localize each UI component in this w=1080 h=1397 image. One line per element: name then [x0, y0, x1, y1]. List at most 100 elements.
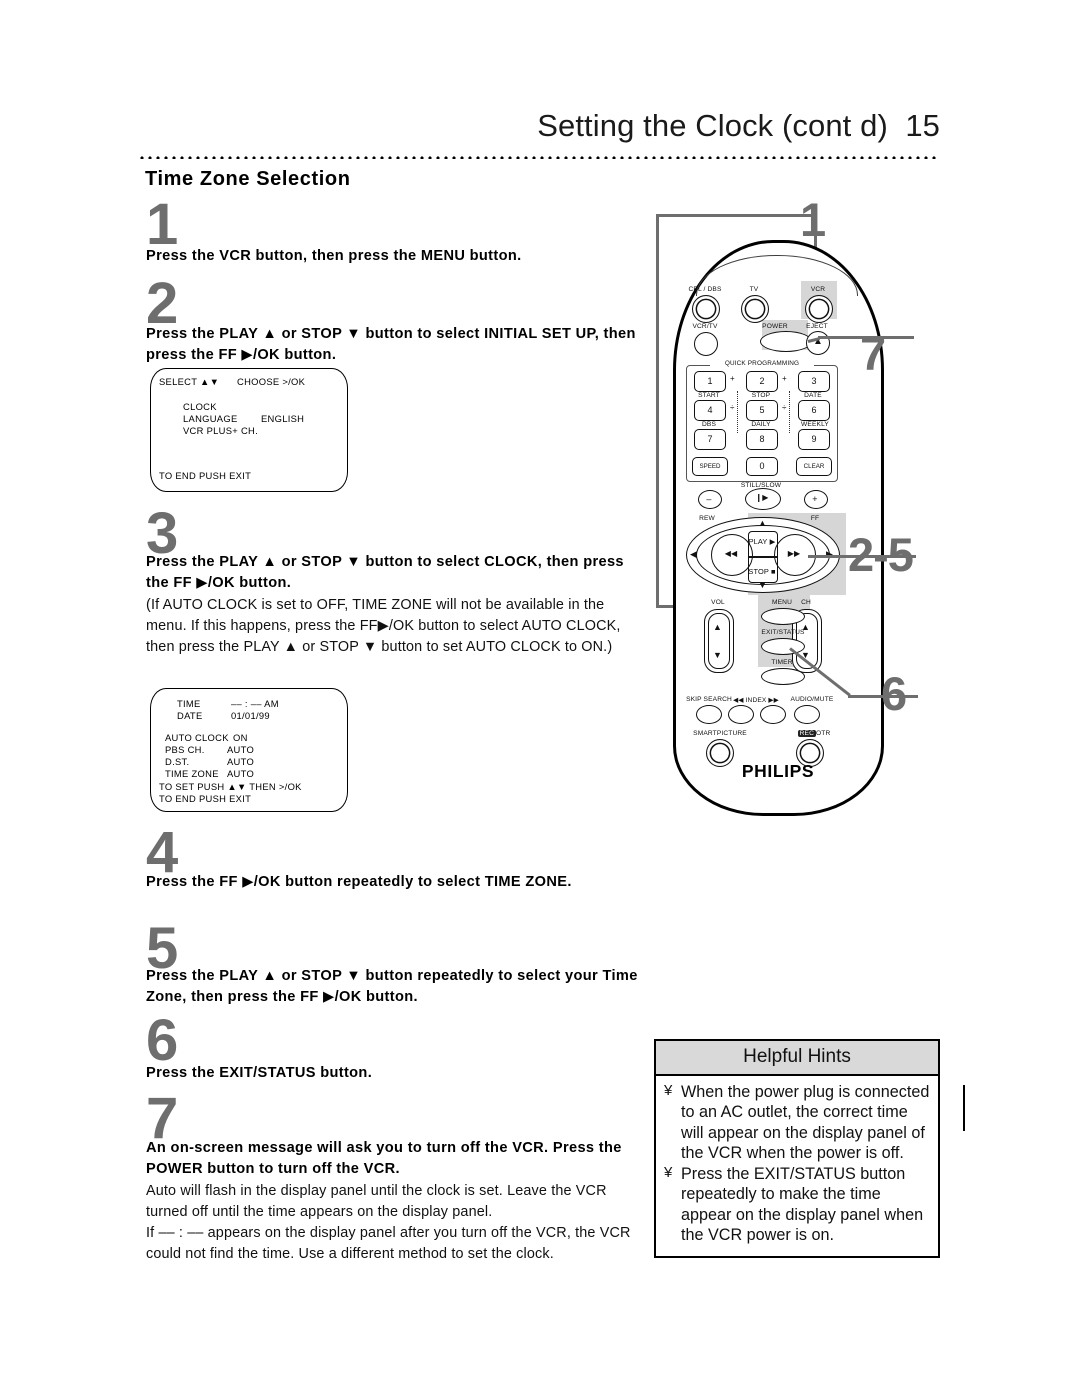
hint-bullet-0: ¥ [664, 1082, 673, 1099]
section-title: Time Zone Selection [145, 168, 351, 190]
transport-up-arrow-icon: ▲ [758, 518, 767, 528]
callout-6: 6 [881, 667, 907, 720]
keypad-3[interactable]: 3 [798, 371, 830, 392]
helpful-hints-box: Helpful Hints ¥ When the power plug is c… [654, 1039, 940, 1258]
step-6-instruction: Press the EXIT/STATUS button. [146, 1065, 373, 1081]
page-title: Setting the Clock (cont d) 15 [537, 108, 940, 144]
minus-sign-1: ÷ [730, 403, 735, 412]
timer-button[interactable] [761, 668, 805, 685]
hint-text-0: When the power plug is connected to an A… [681, 1083, 930, 1162]
hint-text-1: Press the EXIT/STATUS button repeatedly … [681, 1165, 924, 1244]
transport-left-arrow-icon: ◀ [690, 549, 697, 559]
ff-label: FF [810, 515, 820, 522]
plus-sign-1: + [730, 374, 735, 383]
osd2-footer-1: TO SET PUSH ▲▼ THEN >/OK [159, 781, 302, 792]
osd1-row-1-value: ENGLISH [261, 413, 305, 424]
play-label: PLAY ▶ [748, 537, 776, 546]
vol-up-arrow-icon: ▲ [713, 622, 722, 632]
osd2-setting-1-value: AUTO [227, 744, 255, 755]
minus-sign-2: ÷ [782, 403, 787, 412]
audio-mute-label: AUDIO/MUTE [790, 696, 834, 703]
menu-label: MENU [771, 599, 792, 606]
audio-mute-button[interactable] [794, 705, 820, 724]
keypad-speed[interactable]: SPEED [692, 457, 728, 476]
helpful-hints-title: Helpful Hints [656, 1041, 938, 1076]
index-label: ◀◀ INDEX ▶▶ [733, 697, 779, 704]
hint-bullet-1: ¥ [664, 1164, 673, 1181]
power-button[interactable] [760, 331, 812, 352]
index-back-button[interactable] [728, 705, 754, 724]
index-forward-button[interactable] [760, 705, 786, 724]
vol-rocker[interactable] [704, 609, 734, 673]
osd2-setting-2-name: D.ST. [165, 756, 190, 767]
smartpicture-button[interactable] [706, 739, 734, 767]
keypad-1[interactable]: 1 [694, 371, 726, 392]
vcr-tv-label: VCR/TV [692, 323, 718, 330]
otr-text: OTR [816, 730, 831, 737]
skip-search-button[interactable] [696, 705, 722, 724]
plus-sign-2: + [782, 374, 787, 383]
keypad-4[interactable]: 4 [694, 400, 726, 421]
otr-label: REC OTR [788, 730, 840, 737]
step-3-instruction: Press the PLAY ▲ or STOP ▼ button to sel… [146, 554, 624, 591]
smartpicture-label: SMARTPICTURE [693, 730, 747, 737]
exit-status-label: EXIT/STATUS [761, 629, 805, 636]
osd-menu-clock: TIME –– : –– AM DATE 01/01/99 AUTO CLOCK… [150, 688, 348, 812]
keypad-8[interactable]: 8 [746, 429, 778, 450]
keypad-5[interactable]: 5 [746, 400, 778, 421]
osd2-row-1-value: 01/01/99 [231, 710, 270, 721]
osd1-row-2-name: VCR PLUS+ CH. [183, 425, 259, 436]
step-2-instruction: Press the PLAY ▲ or STOP ▼ button to sel… [146, 326, 636, 363]
slow-minus-label: – [706, 494, 712, 504]
callout-1: 1 [800, 193, 826, 246]
quick-programming-label: QUICK PROGRAMMING [710, 360, 814, 367]
keypad-9[interactable]: 9 [798, 429, 830, 450]
step-5-instruction: Press the PLAY ▲ or STOP ▼ button repeat… [146, 968, 638, 1005]
keypad-0[interactable]: 0 [746, 457, 778, 476]
vcr-tv-button[interactable] [694, 332, 718, 356]
step-number-6: 6 [146, 1008, 178, 1073]
rew-icon: ◀◀ [724, 549, 738, 558]
keypad-dots-left [737, 391, 738, 433]
power-label: POWER [762, 323, 788, 330]
philips-brand-logo: PHILIPS [741, 761, 815, 781]
osd2-setting-3-value: AUTO [227, 768, 255, 779]
keypad-3-sub: DATE [804, 392, 822, 399]
transport-down-arrow-icon: ▼ [758, 580, 767, 590]
keypad-2-sub: STOP [751, 392, 771, 399]
callout-2-5: 2-5 [848, 528, 914, 581]
cbl-dbs-label: CBL / DBS [688, 286, 722, 293]
slow-plus-label: + [812, 494, 818, 504]
osd-menu-initial-setup: SELECT ▲▼ CHOOSE >/OK CLOCK LANGUAGE ENG… [150, 368, 348, 492]
hint-item-1: ¥ Press the EXIT/STATUS button repeatedl… [664, 1164, 930, 1245]
keypad-6[interactable]: 6 [798, 400, 830, 421]
keypad-2[interactable]: 2 [746, 371, 778, 392]
keypad-clear[interactable]: CLEAR [796, 457, 832, 476]
keypad-4-sub: DBS [701, 421, 716, 428]
osd2-setting-0-value: ON [233, 732, 248, 743]
dotted-divider [138, 155, 940, 159]
callout-1-leader-left [656, 214, 659, 608]
cbl-dbs-button[interactable] [692, 295, 720, 323]
rew-label: REW [699, 515, 715, 522]
osd2-setting-1-name: PBS CH. [165, 744, 205, 755]
osd2-row-0-name: TIME [177, 698, 201, 709]
step-4-instruction: Press the FF ▶/OK button repeatedly to s… [146, 874, 572, 890]
menu-button[interactable] [761, 608, 805, 625]
tv-button[interactable] [741, 295, 769, 323]
keypad-7[interactable]: 7 [694, 429, 726, 450]
page-header: Setting the Clock (cont d) 15 [140, 108, 940, 154]
osd2-setting-3-name: TIME ZONE [165, 768, 219, 779]
osd1-row-1-name: LANGUAGE [183, 413, 238, 424]
callout-7: 7 [860, 327, 886, 380]
step-1-instruction: Press the VCR button, then press the MEN… [146, 248, 522, 264]
vcr-button[interactable] [805, 295, 833, 323]
osd2-row-1-name: DATE [177, 710, 203, 721]
rec-badge: REC [797, 730, 816, 737]
vol-label: VOL [711, 599, 725, 606]
osd2-setting-2-value: AUTO [227, 756, 255, 767]
helpful-hints-body: ¥ When the power plug is connected to an… [656, 1076, 938, 1256]
eject-label: EJECT [806, 323, 828, 330]
osd1-choose-label: CHOOSE >/OK [237, 376, 306, 387]
step-7-note: Auto will flash in the display panel unt… [146, 1183, 631, 1263]
